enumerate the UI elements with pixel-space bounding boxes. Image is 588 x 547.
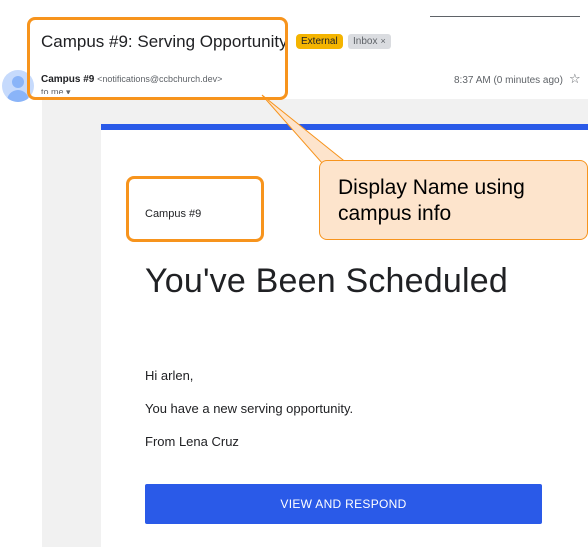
avatar-head bbox=[12, 76, 24, 88]
message-body: You have a new serving opportunity. bbox=[145, 401, 354, 416]
top-divider bbox=[430, 16, 580, 17]
inbox-label[interactable]: Inbox × bbox=[348, 34, 391, 49]
greeting: Hi arlen, bbox=[145, 368, 194, 383]
campus-name-highlight-box bbox=[126, 176, 264, 242]
card-accent-bar bbox=[101, 124, 588, 130]
email-timestamp: 8:37 AM (0 minutes ago) bbox=[454, 75, 563, 86]
avatar-body bbox=[7, 90, 29, 102]
remove-label-icon[interactable]: × bbox=[380, 36, 385, 46]
annotation-callout: Display Name using campus info bbox=[319, 160, 588, 240]
message-from: From Lena Cruz bbox=[145, 434, 239, 449]
star-icon[interactable]: ☆ bbox=[569, 72, 581, 85]
view-and-respond-button[interactable]: VIEW AND RESPOND bbox=[145, 484, 542, 524]
header-highlight-box bbox=[27, 17, 288, 100]
inbox-label-text: Inbox bbox=[353, 36, 378, 47]
message-heading: You've Been Scheduled bbox=[145, 262, 508, 300]
external-label[interactable]: External bbox=[296, 34, 343, 49]
